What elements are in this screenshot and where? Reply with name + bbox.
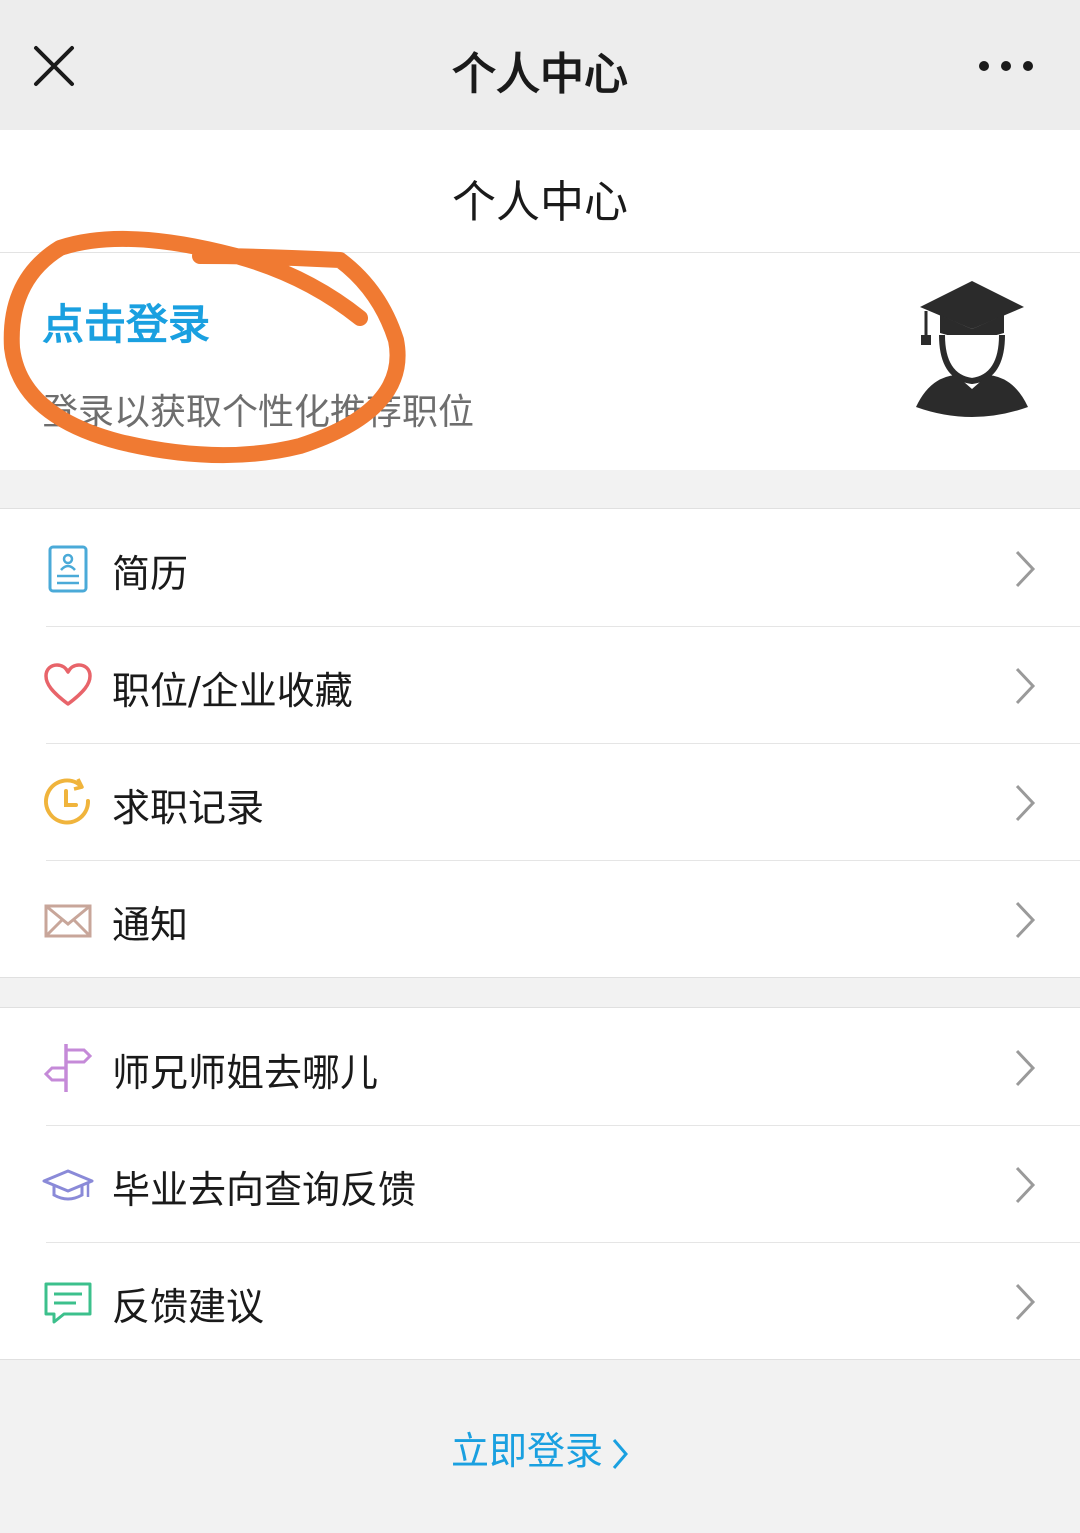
chevron-right-icon xyxy=(1015,1049,1036,1087)
menu-item-label: 简历 xyxy=(112,552,189,596)
heart-icon xyxy=(44,663,92,706)
login-subtitle: 登录以获取个性化推荐职位 xyxy=(42,392,475,433)
chevron-right-icon xyxy=(1015,1283,1036,1321)
menu-item-feedback[interactable]: 反馈建议 xyxy=(0,1242,1080,1359)
menu-item-label: 求职记录 xyxy=(112,786,265,830)
menu-item-notifications[interactable]: 通知 xyxy=(0,860,1080,977)
menu-item-label: 通知 xyxy=(112,903,189,947)
top-nav-bar: 个人中心 xyxy=(0,0,1080,130)
menu-item-graduation-query[interactable]: 毕业去向查询反馈 xyxy=(0,1125,1080,1242)
chevron-right-icon xyxy=(612,1438,628,1469)
menu-item-resume[interactable]: 简历 xyxy=(0,509,1080,626)
menu-item-favorites[interactable]: 职位/企业收藏 xyxy=(0,626,1080,743)
resume-icon xyxy=(48,545,88,593)
chevron-right-icon xyxy=(1015,550,1036,588)
chevron-right-icon xyxy=(1015,1166,1036,1204)
chevron-right-icon xyxy=(1015,901,1036,939)
profile-card[interactable]: 点击登录 登录以获取个性化推荐职位 xyxy=(0,253,1080,470)
envelope-icon xyxy=(44,904,92,938)
chevron-right-icon xyxy=(1015,667,1036,705)
menu-item-alumni-destinations[interactable]: 师兄师姐去哪儿 xyxy=(0,1008,1080,1125)
graduate-avatar-icon xyxy=(916,281,1028,417)
menu-item-label: 职位/企业收藏 xyxy=(112,669,353,713)
menu-item-label: 反馈建议 xyxy=(112,1285,265,1329)
history-clock-icon xyxy=(44,778,91,825)
more-icon[interactable] xyxy=(976,56,1036,76)
menu-item-job-history[interactable]: 求职记录 xyxy=(0,743,1080,860)
login-link[interactable]: 点击登录 xyxy=(42,291,210,352)
chevron-right-icon xyxy=(1015,784,1036,822)
window-title: 个人中心 xyxy=(452,49,628,100)
menu-item-label: 毕业去向查询反馈 xyxy=(112,1168,417,1212)
login-now-label: 立即登录 xyxy=(450,1429,603,1473)
menu-group-personal: 简历 职位/企业收藏 求职记录 通知 xyxy=(0,508,1080,978)
menu-group-more: 师兄师姐去哪儿 毕业去向查询反馈 反馈建议 xyxy=(0,1007,1080,1360)
graduation-cap-icon xyxy=(42,1169,94,1201)
login-now-button[interactable]: 立即登录 xyxy=(0,1420,1080,1475)
page-header: 个人中心 xyxy=(0,130,1080,253)
menu-item-label: 师兄师姐去哪儿 xyxy=(112,1051,379,1095)
page-title: 个人中心 xyxy=(452,177,628,228)
signpost-icon xyxy=(43,1044,93,1092)
chat-bubble-icon xyxy=(44,1282,92,1324)
